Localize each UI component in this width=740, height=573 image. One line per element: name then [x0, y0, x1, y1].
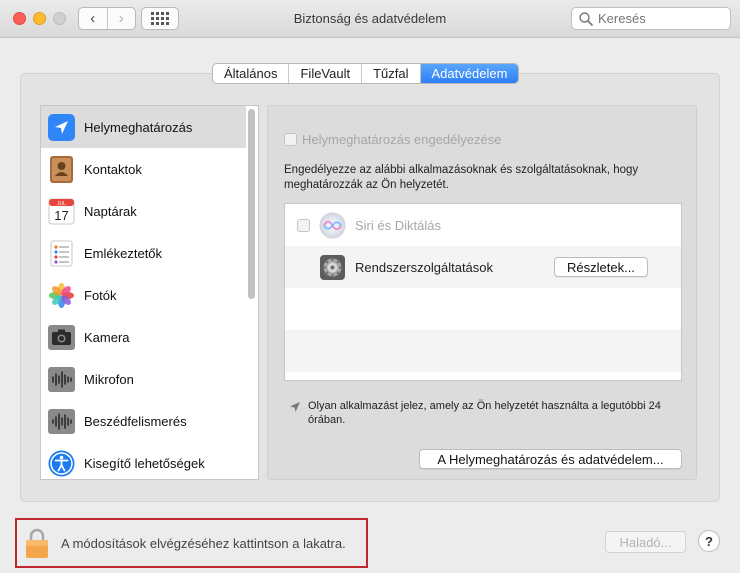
location-arrow-icon — [47, 113, 76, 142]
lock-icon[interactable] — [25, 527, 49, 559]
location-app-list[interactable]: Siri és Diktálás Rendszerszolgáltatások … — [284, 203, 682, 381]
details-button[interactable]: Részletek... — [554, 257, 648, 277]
app-row-empty — [285, 330, 681, 372]
location-description: Engedélyezze az alábbi alkalmazásoknak é… — [284, 164, 639, 191]
search-input[interactable] — [598, 11, 718, 26]
sidebar-item-location[interactable]: Helymeghatározás — [41, 106, 246, 148]
sidebar-item-contacts[interactable]: Kontaktok — [41, 148, 246, 190]
sidebar-item-label: Kisegítő lehetőségek — [84, 455, 205, 471]
microphone-icon — [47, 365, 76, 394]
enable-location-checkbox[interactable] — [284, 133, 297, 146]
privacy-category-list[interactable]: Helymeghatározás Kontaktok JUL 17 Naptár… — [40, 105, 259, 480]
calendar-day-label: 17 — [54, 208, 68, 223]
search-icon — [579, 11, 593, 26]
location-arrow-icon — [290, 402, 300, 412]
siri-icon — [319, 212, 346, 238]
sidebar-item-camera[interactable]: Kamera — [41, 316, 246, 358]
sidebar-item-label: Emlékeztetők — [84, 245, 163, 261]
reminders-icon — [47, 239, 76, 268]
sidebar-item-accessibility[interactable]: Kisegítő lehetőségek — [41, 442, 246, 479]
sidebar-item-calendars[interactable]: JUL 17 Naptárak — [41, 190, 246, 232]
sidebar-item-label: Naptárak — [84, 203, 137, 219]
sidebar-item-reminders[interactable]: Emlékeztetők — [41, 232, 246, 274]
sidebar-item-label: Helymeghatározás — [84, 119, 193, 135]
sidebar-item-photos[interactable]: Fotók — [41, 274, 246, 316]
tab-general[interactable]: Általános — [213, 64, 288, 83]
help-button[interactable]: ? — [698, 530, 720, 552]
sidebar-item-label: Kontaktok — [84, 161, 142, 177]
enable-location-services[interactable]: Helymeghatározás engedélyezése — [284, 132, 501, 147]
tab-bar: Általános FileVault Tűzfal Adatvédelem — [212, 63, 520, 84]
enable-location-label: Helymeghatározás engedélyezése — [302, 132, 502, 147]
search-field[interactable] — [571, 7, 731, 30]
lock-message: A módosítások elvégzéséhez kattintson a … — [61, 535, 346, 551]
app-row-siri[interactable]: Siri és Diktálás — [285, 204, 681, 246]
siri-checkbox[interactable] — [297, 218, 310, 232]
calendar-month-label: JUL — [57, 201, 66, 207]
about-location-privacy-button[interactable]: A Helymeghatározás és adatvédelem... — [419, 449, 682, 469]
advanced-button[interactable]: Haladó... — [605, 531, 686, 553]
title-bar: ‹ › Biztonság és adatvédelem — [0, 0, 740, 38]
sidebar-item-microphone[interactable]: Mikrofon — [41, 358, 246, 400]
speech-recognition-icon — [47, 407, 76, 436]
sidebar-scrollbar[interactable] — [248, 109, 255, 299]
recent-location-hint: Olyan alkalmazást jelez, amely az Ön hel… — [289, 399, 688, 427]
sidebar-item-speech-recognition[interactable]: Beszédfelismerés — [41, 400, 246, 442]
system-services-gear-icon — [320, 254, 345, 280]
preferences-window: ‹ › Biztonság és adatvédelem Általános F… — [0, 0, 740, 573]
calendar-icon: JUL 17 — [47, 197, 76, 226]
lock-area[interactable]: A módosítások elvégzéséhez kattintson a … — [15, 518, 368, 568]
sidebar-item-label: Fotók — [84, 287, 117, 303]
hint-text: Olyan alkalmazást jelez, amely az Ön hel… — [308, 400, 661, 426]
camera-icon — [47, 323, 76, 352]
app-label: Siri és Diktálás — [355, 217, 441, 233]
photos-icon — [47, 281, 76, 310]
contacts-icon — [47, 155, 76, 184]
accessibility-icon — [47, 449, 76, 478]
sidebar-item-label: Beszédfelismerés — [84, 413, 187, 429]
tab-privacy[interactable]: Adatvédelem — [419, 64, 519, 83]
app-row-system-services[interactable]: Rendszerszolgáltatások Részletek... — [285, 246, 681, 288]
app-label: Rendszerszolgáltatások — [355, 259, 494, 275]
app-row-empty — [285, 288, 681, 330]
tab-firewall[interactable]: Tűzfal — [361, 64, 419, 83]
tab-filevault[interactable]: FileVault — [288, 64, 361, 83]
sidebar-item-label: Mikrofon — [84, 371, 134, 387]
sidebar-item-label: Kamera — [84, 329, 130, 345]
